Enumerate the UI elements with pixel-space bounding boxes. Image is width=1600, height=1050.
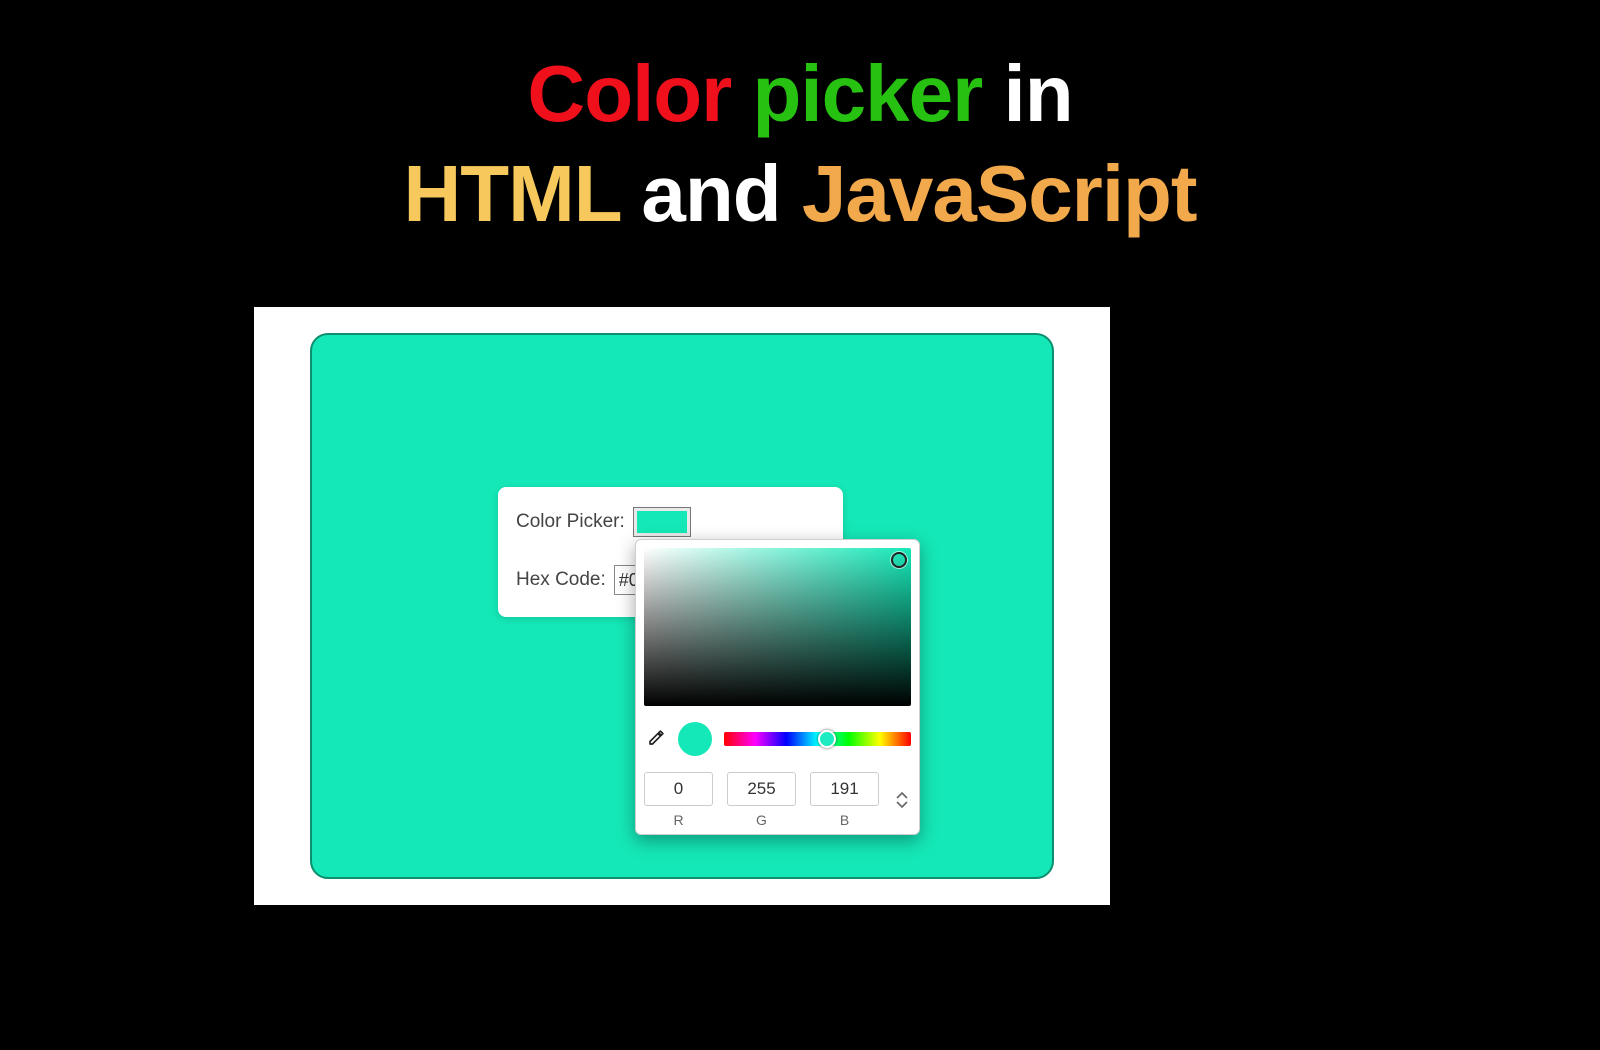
- color-input-swatch[interactable]: [633, 507, 691, 537]
- rgb-cell-r: R: [644, 772, 713, 828]
- rgb-label-b: B: [810, 812, 879, 828]
- eyedropper-icon[interactable]: [644, 728, 666, 750]
- hue-slider-thumb[interactable]: [818, 730, 836, 748]
- swatch-color: [637, 511, 687, 533]
- title-word-color: Color: [527, 49, 731, 138]
- rgb-inputs-row: R G B: [644, 772, 911, 828]
- sv-selection-marker[interactable]: [891, 552, 907, 568]
- title-word-html: HTML: [403, 149, 620, 238]
- title-word-and: and: [641, 149, 780, 238]
- rgb-cell-g: G: [727, 772, 796, 828]
- color-picker-row: Color Picker:: [516, 507, 825, 537]
- rgb-input-b[interactable]: [810, 772, 879, 806]
- color-picker-label: Color Picker:: [516, 511, 625, 533]
- rgb-label-g: G: [727, 812, 796, 828]
- color-preview-circle: [678, 722, 712, 756]
- rgb-input-r[interactable]: [644, 772, 713, 806]
- saturation-value-area[interactable]: [644, 548, 911, 706]
- rgb-cell-b: B: [810, 772, 879, 828]
- picker-controls-row: [644, 722, 911, 756]
- hue-slider[interactable]: [724, 732, 911, 746]
- title-word-javascript: JavaScript: [802, 149, 1197, 238]
- page-title: Color picker in HTML and JavaScript: [0, 0, 1600, 244]
- rgb-input-g[interactable]: [727, 772, 796, 806]
- color-mode-switch[interactable]: [893, 792, 911, 808]
- color-picker-popup[interactable]: R G B: [635, 539, 920, 835]
- title-word-picker: picker: [753, 49, 983, 138]
- rgb-label-r: R: [644, 812, 713, 828]
- title-word-in: in: [1003, 49, 1072, 138]
- hex-label: Hex Code:: [516, 569, 606, 591]
